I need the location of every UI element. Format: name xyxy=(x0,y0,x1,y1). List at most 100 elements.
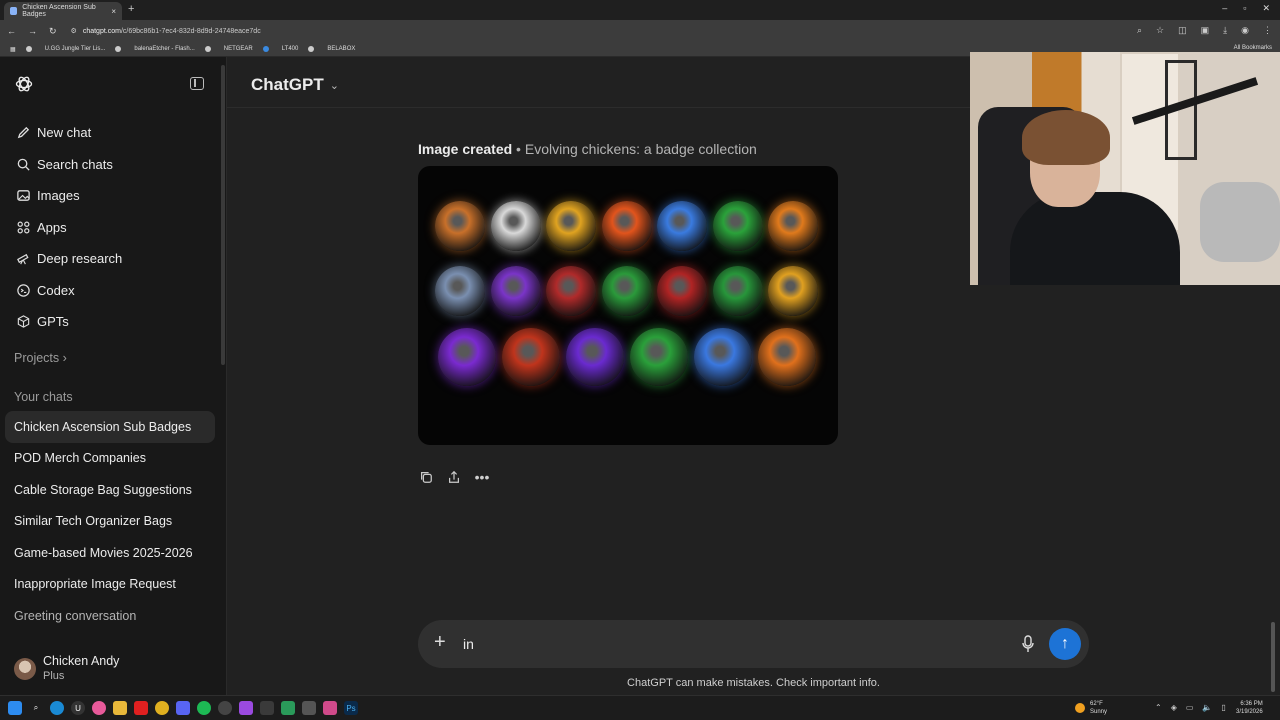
spotify-icon[interactable] xyxy=(197,701,211,715)
sidebar-item-images[interactable]: Images xyxy=(0,180,227,212)
sidebar-item-label: New chat xyxy=(37,125,92,141)
app-colorful-icon[interactable] xyxy=(92,701,106,715)
share-icon[interactable] xyxy=(447,469,461,485)
sidebar-item-deep-research[interactable]: Deep research xyxy=(0,243,227,275)
your-chats-heading: Your chats xyxy=(14,390,73,404)
url-field[interactable]: ⚙ chatgpt.com/c/69bc86b1-7ec4-832d-8d9d-… xyxy=(71,27,261,36)
tray-app-icon[interactable]: ◈ xyxy=(1171,703,1177,712)
forward-icon[interactable]: → xyxy=(28,26,37,37)
weather-widget[interactable]: 62°F Sunny xyxy=(1075,700,1107,716)
zoom-icon[interactable]: ⌕ xyxy=(1137,25,1142,36)
chrome-active-icon[interactable] xyxy=(260,701,274,715)
all-bookmarks[interactable]: All Bookmarks xyxy=(1234,45,1272,51)
taskbar-search-icon[interactable]: ⌕ xyxy=(29,701,43,715)
sidebar-item-codex[interactable]: Codex xyxy=(0,275,227,307)
sidebar-item-projects[interactable]: Projects › xyxy=(14,351,67,365)
main-scrollbar[interactable] xyxy=(1271,622,1275,692)
chat-item-chicken-ascension-sub-badges[interactable]: Chicken Ascension Sub Badges xyxy=(5,411,215,443)
chicken-badge xyxy=(438,328,496,386)
codex-icon xyxy=(14,281,32,299)
edge-icon[interactable] xyxy=(50,701,64,715)
download-icon[interactable]: ⤓ xyxy=(1223,25,1227,36)
chatgpt-logo-icon[interactable] xyxy=(14,74,34,94)
app-green-icon[interactable] xyxy=(281,701,295,715)
monitor-app-icon[interactable] xyxy=(302,701,316,715)
chat-item-pod-merch-companies[interactable]: POD Merch Companies xyxy=(5,443,215,475)
model-name: ChatGPT xyxy=(251,75,324,94)
new-tab-button[interactable]: + xyxy=(128,3,134,15)
browser-tab[interactable]: Chicken Ascension Sub Badges × xyxy=(4,2,122,20)
search-icon xyxy=(14,155,32,173)
windows-start-icon[interactable] xyxy=(8,701,22,715)
chat-item-cable-storage-bag-suggestions[interactable]: Cable Storage Bag Suggestions xyxy=(5,474,215,506)
chat-item-inappropriate-image-request[interactable]: Inappropriate Image Request xyxy=(5,569,215,601)
sidebar-item-label: Search chats xyxy=(37,156,113,172)
sun-icon xyxy=(1075,703,1085,713)
sidebar-item-label: Images xyxy=(37,188,80,204)
more-options-icon[interactable]: ••• xyxy=(475,469,490,485)
chat-item-greeting-conversation[interactable]: Greeting conversation xyxy=(5,600,215,632)
file-explorer-icon[interactable] xyxy=(113,701,127,715)
chevron-right-icon: › xyxy=(62,351,67,365)
discord-icon[interactable] xyxy=(176,701,190,715)
system-tray: ⌃ ◈ ▭ 🔈 ▯ xyxy=(1155,703,1226,712)
bookmark-item[interactable]: U.GG Jungle Tier Lis... xyxy=(25,46,105,52)
bookmark-star-icon[interactable]: ☆ xyxy=(1156,25,1164,36)
taskbar-clock[interactable]: 6:36 PM 3/19/2026 xyxy=(1236,700,1263,716)
model-selector[interactable]: ChatGPT ⌄ xyxy=(251,75,339,95)
chat-item-game-based-movies[interactable]: Game-based Movies 2025-2026 xyxy=(5,537,215,569)
sidebar-item-gpts[interactable]: GPTs xyxy=(0,306,227,338)
tab-close-icon[interactable]: × xyxy=(111,7,116,16)
generated-image[interactable] xyxy=(418,166,838,445)
volume-icon[interactable]: 🔈 xyxy=(1202,703,1212,712)
network-icon[interactable]: ▭ xyxy=(1186,703,1194,712)
close-window-icon[interactable]: ✕ xyxy=(1262,3,1270,14)
battery-icon[interactable]: ▯ xyxy=(1221,703,1225,712)
obs-icon[interactable] xyxy=(218,701,232,715)
webcam-person-hair xyxy=(1022,110,1110,165)
add-attachment-button[interactable]: + xyxy=(434,632,446,652)
chicken-badge xyxy=(601,201,652,251)
photoshop-icon[interactable]: Ps xyxy=(344,701,358,715)
bookmark-item[interactable]: balenaEtcher - Flash... xyxy=(115,46,195,52)
microphone-icon[interactable] xyxy=(1022,635,1034,653)
sidebar-scrollbar[interactable] xyxy=(221,65,225,365)
minimize-icon[interactable]: – xyxy=(1222,3,1227,14)
chrome-icon[interactable] xyxy=(155,701,169,715)
restore-icon[interactable]: ▫ xyxy=(1243,3,1246,14)
profile-icon[interactable]: ◉ xyxy=(1241,25,1249,36)
sidebar-item-new-chat[interactable]: New chat xyxy=(0,117,227,149)
bookmark-item[interactable]: BELABOX xyxy=(308,46,355,52)
reload-icon[interactable]: ↻ xyxy=(49,26,57,37)
app-u-icon[interactable]: U xyxy=(71,701,85,715)
youtube-icon[interactable] xyxy=(134,701,148,715)
chicken-badge xyxy=(630,328,688,386)
app-pink-icon[interactable] xyxy=(323,701,337,715)
bookmark-item[interactable]: NETGEAR xyxy=(204,46,253,52)
sidebar-item-apps[interactable]: Apps xyxy=(0,212,227,244)
site-info-icon[interactable]: ⚙ xyxy=(71,27,77,35)
clock-date: 3/19/2026 xyxy=(1236,709,1263,715)
tray-chevron-icon[interactable]: ⌃ xyxy=(1155,703,1162,712)
chicken-badge xyxy=(546,266,596,316)
browser-menu-icon[interactable]: ⋮ xyxy=(1263,25,1272,36)
sidebar-item-label: GPTs xyxy=(37,314,69,330)
sidepanel-icon[interactable]: ▣ xyxy=(1201,25,1210,36)
chat-history-list: Chicken Ascension Sub Badges POD Merch C… xyxy=(5,411,215,632)
extensions-icon[interactable]: ◫ xyxy=(1178,25,1187,36)
prompt-input[interactable] xyxy=(463,636,983,652)
apps-grid-icon[interactable]: ▦ xyxy=(10,46,16,53)
user-profile-button[interactable]: Chicken Andy Plus xyxy=(14,654,119,683)
back-icon[interactable]: ← xyxy=(7,26,16,37)
sidebar-item-search-chats[interactable]: Search chats xyxy=(0,149,227,181)
disclaimer-text: ChatGPT can make mistakes. Check importa… xyxy=(627,677,880,689)
app-gradient-icon[interactable] xyxy=(239,701,253,715)
sidebar-item-label: Apps xyxy=(37,219,67,235)
bookmark-item[interactable]: LT400 xyxy=(262,46,298,52)
copy-icon[interactable] xyxy=(419,469,433,485)
send-button[interactable]: ↑ xyxy=(1049,628,1081,660)
sidebar-toggle-icon[interactable] xyxy=(190,77,204,90)
cube-icon xyxy=(14,313,32,331)
chat-item-similar-tech-organizer-bags[interactable]: Similar Tech Organizer Bags xyxy=(5,506,215,538)
image-caption: Image created • Evolving chickens: a bad… xyxy=(418,141,757,157)
